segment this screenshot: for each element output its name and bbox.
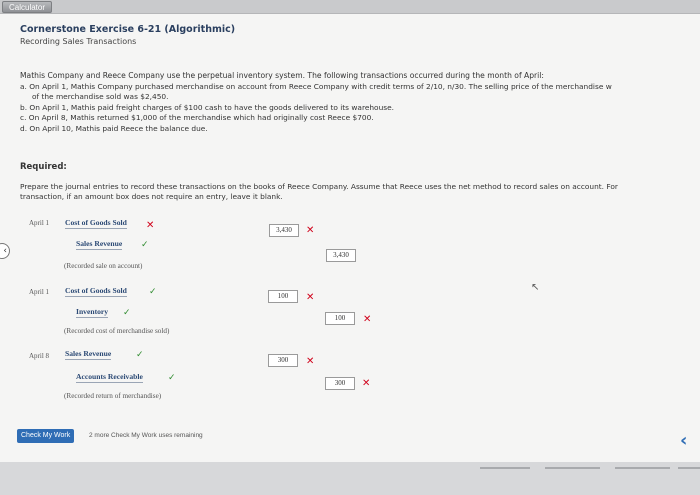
- problem-item-a-cont: of the merchandise sold was $2,450.: [32, 92, 169, 101]
- entry-3-debit-account[interactable]: Sales Revenue: [65, 349, 112, 360]
- entry-3-date: April 8: [29, 352, 50, 360]
- entry-2-debit-amount[interactable]: 100: [268, 290, 298, 303]
- incorrect-x-icon: ✕: [306, 292, 315, 303]
- entry-2-credit-account[interactable]: Inventory: [76, 307, 109, 318]
- entry-1-date: April 1: [29, 219, 50, 227]
- chevron-left-icon[interactable]: ‹: [680, 430, 687, 451]
- mouse-cursor-icon: ↖: [531, 282, 540, 293]
- incorrect-x-icon: ✕: [306, 356, 315, 367]
- top-toolbar: Calculator: [0, 0, 700, 14]
- required-line-1: Prepare the journal entries to record th…: [20, 182, 618, 191]
- bottom-divider: [678, 467, 700, 469]
- problem-intro: Mathis Company and Reece Company use the…: [20, 71, 544, 80]
- remaining-uses-text: 2 more Check My Work uses remaining: [89, 432, 203, 439]
- entry-2-note: (Recorded cost of merchandise sold): [64, 327, 170, 335]
- problem-item-a: a. On April 1, Mathis Company purchased …: [20, 82, 612, 91]
- problem-item-b: b. On April 1, Mathis paid freight charg…: [20, 103, 395, 112]
- bottom-divider: [480, 467, 530, 469]
- entry-2-credit-amount[interactable]: 100: [325, 312, 355, 325]
- incorrect-x-icon: ✕: [306, 225, 315, 236]
- correct-check-icon: ✓: [149, 287, 157, 297]
- incorrect-x-icon: ✕: [146, 220, 155, 231]
- entry-2-debit-account[interactable]: Cost of Goods Sold: [65, 286, 127, 297]
- correct-check-icon: ✓: [123, 308, 131, 318]
- correct-check-icon: ✓: [168, 373, 176, 383]
- incorrect-x-icon: ✕: [363, 314, 372, 325]
- incorrect-x-icon: ✕: [362, 378, 371, 389]
- entry-3-credit-account[interactable]: Accounts Receivable: [76, 372, 143, 383]
- problem-item-d: d. On April 10, Mathis paid Reece the ba…: [20, 124, 208, 133]
- entry-1-credit-amount[interactable]: 3,430: [326, 249, 356, 262]
- exercise-title: Cornerstone Exercise 6-21 (Algorithmic): [20, 24, 236, 35]
- entry-3-note: (Recorded return of merchandise): [64, 392, 162, 400]
- required-line-2: transaction, if an amount box does not r…: [20, 192, 283, 201]
- calculator-button[interactable]: Calculator: [2, 1, 53, 13]
- check-my-work-button[interactable]: Check My Work: [17, 429, 75, 443]
- correct-check-icon: ✓: [136, 350, 144, 360]
- entry-3-debit-amount[interactable]: 300: [268, 354, 298, 367]
- correct-check-icon: ✓: [141, 240, 149, 250]
- entry-2-date: April 1: [29, 288, 50, 296]
- exercise-subtitle: Recording Sales Transactions: [20, 37, 137, 46]
- entry-1-credit-account[interactable]: Sales Revenue: [76, 239, 123, 250]
- entry-1-debit-amount[interactable]: 3,430: [269, 224, 299, 237]
- problem-item-c: c. On April 8, Mathis returned $1,000 of…: [20, 113, 374, 122]
- entry-1-debit-account[interactable]: Cost of Goods Sold: [65, 218, 127, 229]
- required-heading: Required:: [20, 162, 67, 172]
- entry-1-note: (Recorded sale on account): [64, 262, 143, 270]
- entry-3-credit-amount[interactable]: 300: [325, 377, 355, 390]
- bottom-divider: [545, 467, 600, 469]
- bottom-divider: [615, 467, 670, 469]
